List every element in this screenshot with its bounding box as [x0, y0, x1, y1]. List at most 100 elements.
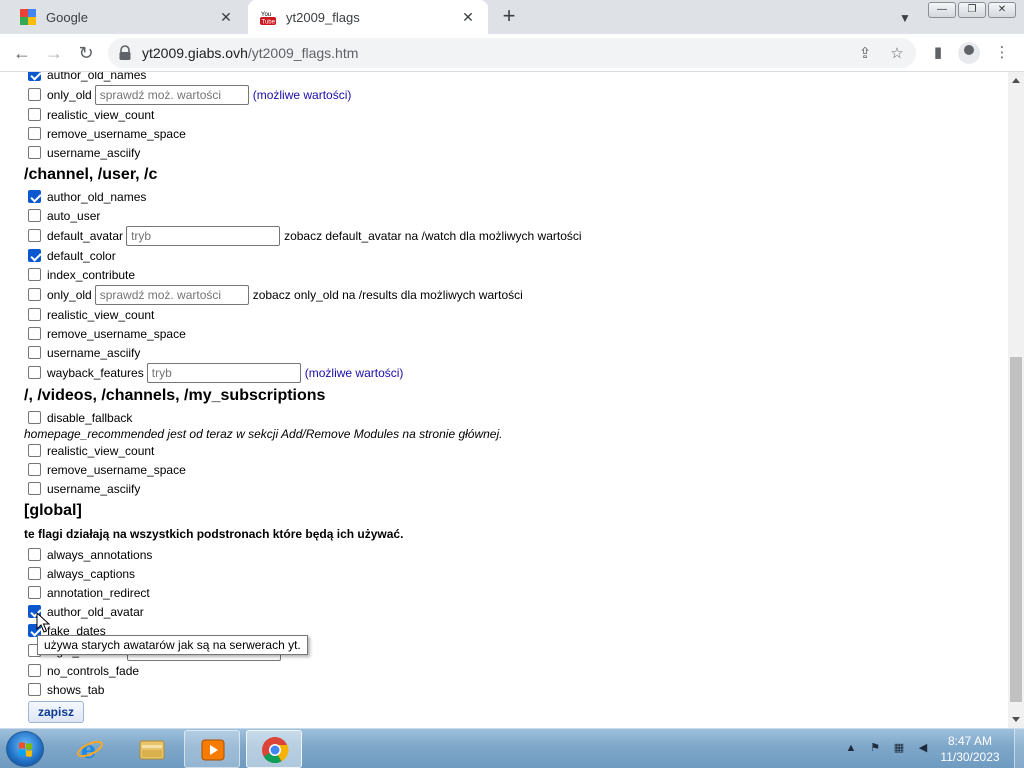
flag-row: always_annotations — [24, 545, 984, 564]
flag-label: disable_fallback — [47, 410, 133, 425]
flag-label: realistic_view_count — [47, 107, 155, 122]
side-panel-icon[interactable]: ▮ — [928, 43, 948, 63]
checkbox[interactable] — [28, 444, 41, 457]
vertical-scrollbar[interactable] — [1008, 72, 1024, 728]
window-controls: — ❐ ✕ — [928, 2, 1016, 18]
flag-row: remove_username_space — [24, 324, 984, 343]
taskbar-file-explorer[interactable] — [124, 730, 180, 768]
channel-flags: author_old_names auto_user default_avata… — [24, 187, 984, 383]
only-old-input[interactable] — [94, 284, 249, 305]
section-heading-global: [global] — [24, 502, 82, 519]
checkbox[interactable] — [28, 127, 41, 140]
flag-row: always_captions — [24, 564, 984, 583]
flags-form: author_old_names only_old (możliwe wartoś… — [24, 72, 984, 723]
flag-row: default_color — [24, 246, 984, 265]
start-button[interactable] — [6, 731, 44, 767]
lock-icon — [119, 45, 131, 60]
chevron-up-icon[interactable]: ▲ — [844, 741, 858, 755]
checkbox[interactable] — [28, 346, 41, 359]
windows-taskbar: e ▲ ⚑ ▦ ◀ 8:47 AM 11/30/2023 — [0, 728, 1024, 768]
checkbox[interactable] — [28, 308, 41, 321]
flag-label: username_asciify — [47, 481, 141, 496]
flag-note: zobacz only_old na /results dla możliwyc… — [252, 287, 523, 302]
checkbox[interactable] — [28, 411, 41, 424]
address-bar[interactable]: yt2009.giabs.ovh/yt2009_flags.htm ⇪ ☆ — [108, 38, 916, 68]
taskbar-chrome[interactable] — [246, 730, 302, 768]
checkbox[interactable] — [28, 190, 41, 203]
volume-muted-icon[interactable]: ◀ — [916, 741, 930, 755]
default-avatar-input[interactable] — [126, 225, 281, 246]
menu-icon[interactable]: ⋮ — [992, 43, 1012, 63]
tab-google[interactable]: Google ✕ — [8, 0, 246, 34]
share-icon[interactable]: ⇪ — [856, 45, 874, 63]
checkbox[interactable] — [28, 249, 41, 262]
tab-strip: Google ✕ You Tube yt2009_flags ✕ + ▼ — ❐… — [0, 0, 1024, 34]
checkbox[interactable] — [28, 108, 41, 121]
wayback-features-input[interactable] — [146, 362, 301, 383]
reload-icon[interactable]: ↻ — [74, 41, 98, 65]
checkbox[interactable] — [28, 229, 41, 242]
flag-row: realistic_view_count — [24, 441, 984, 460]
profile-avatar[interactable] — [958, 42, 980, 64]
checkbox[interactable] — [28, 567, 41, 580]
checkbox[interactable] — [28, 209, 41, 222]
checkbox[interactable] — [28, 664, 41, 677]
checkbox[interactable] — [28, 268, 41, 281]
taskbar-media-player[interactable] — [184, 730, 240, 768]
close-icon[interactable]: ✕ — [218, 9, 234, 25]
checkbox[interactable] — [28, 72, 41, 81]
show-desktop-button[interactable] — [1014, 729, 1024, 768]
new-tab-button[interactable]: + — [498, 5, 520, 28]
flag-row: username_asciify — [24, 143, 984, 162]
back-icon[interactable]: ← — [10, 41, 34, 65]
possible-values-link[interactable]: (możliwe wartości) — [305, 366, 404, 380]
flag-label: username_asciify — [47, 345, 141, 360]
flag-label: author_old_avatar — [47, 604, 144, 619]
flag-row: author_old_names — [24, 72, 984, 84]
close-icon[interactable]: ✕ — [460, 9, 476, 25]
section-heading-channel: /channel, /user, /c — [24, 166, 158, 183]
flag-label: realistic_view_count — [47, 443, 155, 458]
network-icon[interactable]: ▦ — [892, 741, 906, 755]
tab-yt2009-flags[interactable]: You Tube yt2009_flags ✕ — [248, 0, 488, 34]
checkbox[interactable] — [28, 683, 41, 696]
checkbox[interactable] — [28, 482, 41, 495]
save-button[interactable]: zapisz — [28, 701, 85, 723]
flag-label: author_old_names — [47, 72, 147, 82]
checkbox[interactable] — [28, 88, 41, 101]
close-window-button[interactable]: ✕ — [988, 2, 1016, 18]
global-flags: always_annotations always_captions annot… — [24, 545, 984, 699]
forward-icon[interactable]: → — [42, 41, 66, 65]
home-flags: disable_fallback homepage_recommended je… — [24, 408, 984, 498]
checkbox[interactable] — [28, 327, 41, 340]
scroll-down-icon[interactable] — [1012, 717, 1020, 722]
flag-note: zobacz default_avatar na /watch dla możl… — [284, 228, 582, 243]
only-old-input[interactable] — [94, 84, 249, 105]
taskbar-clock[interactable]: 8:47 AM 11/30/2023 — [930, 733, 1010, 765]
action-center-icon[interactable]: ⚑ — [868, 741, 882, 755]
minimize-button[interactable]: — — [928, 2, 956, 18]
chevron-down-icon[interactable]: ▼ — [896, 9, 914, 27]
checkbox[interactable] — [28, 366, 41, 379]
browser-toolbar: ← → ↻ yt2009.giabs.ovh/yt2009_flags.htm … — [0, 34, 1024, 72]
file-explorer-icon — [139, 740, 165, 760]
checkbox[interactable] — [28, 586, 41, 599]
flag-label: auto_user — [47, 208, 101, 223]
star-icon[interactable]: ☆ — [888, 45, 906, 63]
flag-label: only_old — [47, 287, 92, 302]
possible-values-link[interactable]: (możliwe wartości) — [253, 88, 352, 102]
flag-label: realistic_view_count — [47, 307, 155, 322]
flag-label: wayback_features — [47, 365, 144, 380]
scroll-thumb[interactable] — [1010, 357, 1022, 702]
taskbar-internet-explorer[interactable]: e — [62, 730, 118, 768]
flag-label: author_old_names — [47, 189, 147, 204]
checkbox[interactable] — [28, 548, 41, 561]
checkbox[interactable] — [28, 146, 41, 159]
scroll-up-icon[interactable] — [1012, 78, 1020, 83]
checkbox[interactable] — [28, 288, 41, 301]
restore-button[interactable]: ❐ — [958, 2, 986, 18]
flag-label: remove_username_space — [47, 326, 186, 341]
checkbox[interactable] — [28, 463, 41, 476]
tab-title: yt2009_flags — [286, 9, 360, 25]
clock-date: 11/30/2023 — [940, 750, 1000, 764]
